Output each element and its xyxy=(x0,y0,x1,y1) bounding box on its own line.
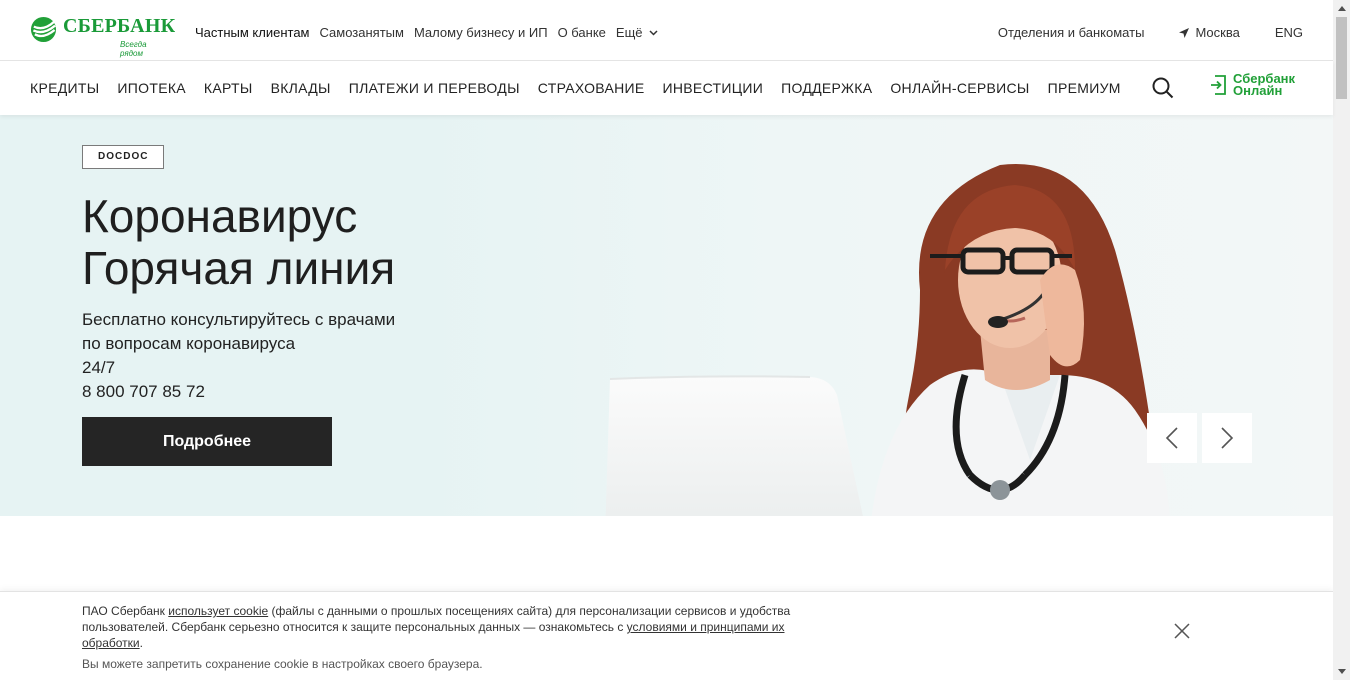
top-nav: Частным клиентам Самозанятым Малому бизн… xyxy=(195,25,668,40)
mainnav-credits[interactable]: КРЕДИТЫ xyxy=(30,80,99,96)
sberbank-logo[interactable]: СБЕРБАНК Всегда рядом xyxy=(30,14,175,58)
sberbank-online-label: Сбербанк Онлайн xyxy=(1233,72,1295,98)
hero-title: Коронавирус Горячая линия xyxy=(82,190,395,294)
triangle-down-icon xyxy=(1337,669,1346,674)
topnav-small-business[interactable]: Малому бизнесу и ИП xyxy=(414,25,548,40)
city-label: Москва xyxy=(1195,25,1240,40)
close-icon[interactable] xyxy=(1173,622,1191,640)
mainnav-online-services[interactable]: ОНЛАЙН-СЕРВИСЫ xyxy=(890,80,1029,96)
search-icon[interactable] xyxy=(1152,77,1174,99)
hero-desc-line3: 24/7 xyxy=(82,358,116,377)
topnav-self-employed[interactable]: Самозанятым xyxy=(320,25,404,40)
chevron-right-icon xyxy=(1221,427,1234,449)
slider-prev-button[interactable] xyxy=(1147,413,1197,463)
hero-title-line2: Горячая линия xyxy=(82,242,396,294)
page-scrollbar[interactable] xyxy=(1333,0,1350,680)
hero-phone: 8 800 707 85 72 xyxy=(82,382,205,401)
hero-desc-line2: по вопросам коронавируса xyxy=(82,334,296,353)
slider-next-button[interactable] xyxy=(1202,413,1252,463)
topnav-more-label: Ещё xyxy=(615,25,643,40)
mainnav-premium[interactable]: ПРЕМИУМ xyxy=(1048,80,1121,96)
logo-wordmark: СБЕРБАНК xyxy=(63,15,176,37)
topnav-private-clients[interactable]: Частным клиентам xyxy=(195,25,310,40)
laptop-image xyxy=(605,375,863,516)
login-icon xyxy=(1211,75,1226,95)
triangle-up-icon xyxy=(1337,6,1346,11)
scroll-up-button[interactable] xyxy=(1333,0,1350,17)
topnav-more-dropdown[interactable]: Ещё xyxy=(616,25,658,40)
partner-badge: DOCDOC xyxy=(82,145,165,169)
cookie-link[interactable]: использует cookie xyxy=(168,604,268,618)
sberbank-logo-icon xyxy=(30,16,57,43)
mainnav-deposits[interactable]: ВКЛАДЫ xyxy=(271,80,331,96)
chevron-left-icon xyxy=(1165,427,1178,449)
cookie-note: Вы можете запретить сохранение cookie в … xyxy=(82,657,483,671)
more-details-button[interactable]: Подробнее xyxy=(82,417,332,466)
hero-description: Бесплатно консультируйтесь с врачами по … xyxy=(82,308,395,404)
mainnav-mortgage[interactable]: ИПОТЕКА xyxy=(117,80,186,96)
chevron-down-icon xyxy=(648,29,658,36)
scroll-down-button[interactable] xyxy=(1333,663,1350,680)
location-arrow-icon xyxy=(1179,27,1190,38)
cookie-banner: ПАО Сбербанк использует cookie (файлы с … xyxy=(0,591,1333,680)
doctor-photo xyxy=(871,164,1170,516)
sberbank-online-line2: Онлайн xyxy=(1233,83,1283,98)
mainnav-support[interactable]: ПОДДЕРЖКА xyxy=(781,80,872,96)
logo-tagline: Всегда рядом xyxy=(120,40,147,58)
top-bar: СБЕРБАНК Всегда рядом Частным клиентам С… xyxy=(0,0,1333,61)
hero-title-line1: Коронавирус xyxy=(82,190,358,242)
mainnav-cards[interactable]: КАРТЫ xyxy=(204,80,253,96)
hero-desc-line1: Бесплатно консультируйтесь с врачами xyxy=(82,310,396,329)
language-switch[interactable]: ENG xyxy=(1275,25,1303,40)
mainnav-payments[interactable]: ПЛАТЕЖИ И ПЕРЕВОДЫ xyxy=(349,80,520,96)
sberbank-online-button[interactable]: Сбербанк Онлайн xyxy=(1210,72,1295,98)
cookie-text-part3: . xyxy=(139,636,143,650)
main-nav-items: КРЕДИТЫ ИПОТЕКА КАРТЫ ВКЛАДЫ ПЛАТЕЖИ И П… xyxy=(30,80,1139,96)
city-selector[interactable]: Москва xyxy=(1178,25,1240,40)
hero-banner: DOCDOC Коронавирус Горячая линия Бесплат… xyxy=(0,115,1333,516)
cookie-text-part1: ПАО Сбербанк xyxy=(82,604,169,618)
scroll-thumb[interactable] xyxy=(1336,17,1347,99)
top-right-links: Отделения и банкоматы Москва ENG xyxy=(998,25,1303,40)
mainnav-insurance[interactable]: СТРАХОВАНИЕ xyxy=(538,80,645,96)
branches-atms-link[interactable]: Отделения и банкоматы xyxy=(998,25,1145,40)
mainnav-investments[interactable]: ИНВЕСТИЦИИ xyxy=(663,80,764,96)
cookie-text: ПАО Сбербанк использует cookie (файлы с … xyxy=(82,603,842,651)
main-nav: КРЕДИТЫ ИПОТЕКА КАРТЫ ВКЛАДЫ ПЛАТЕЖИ И П… xyxy=(0,61,1333,115)
topnav-about-bank[interactable]: О банке xyxy=(558,25,606,40)
